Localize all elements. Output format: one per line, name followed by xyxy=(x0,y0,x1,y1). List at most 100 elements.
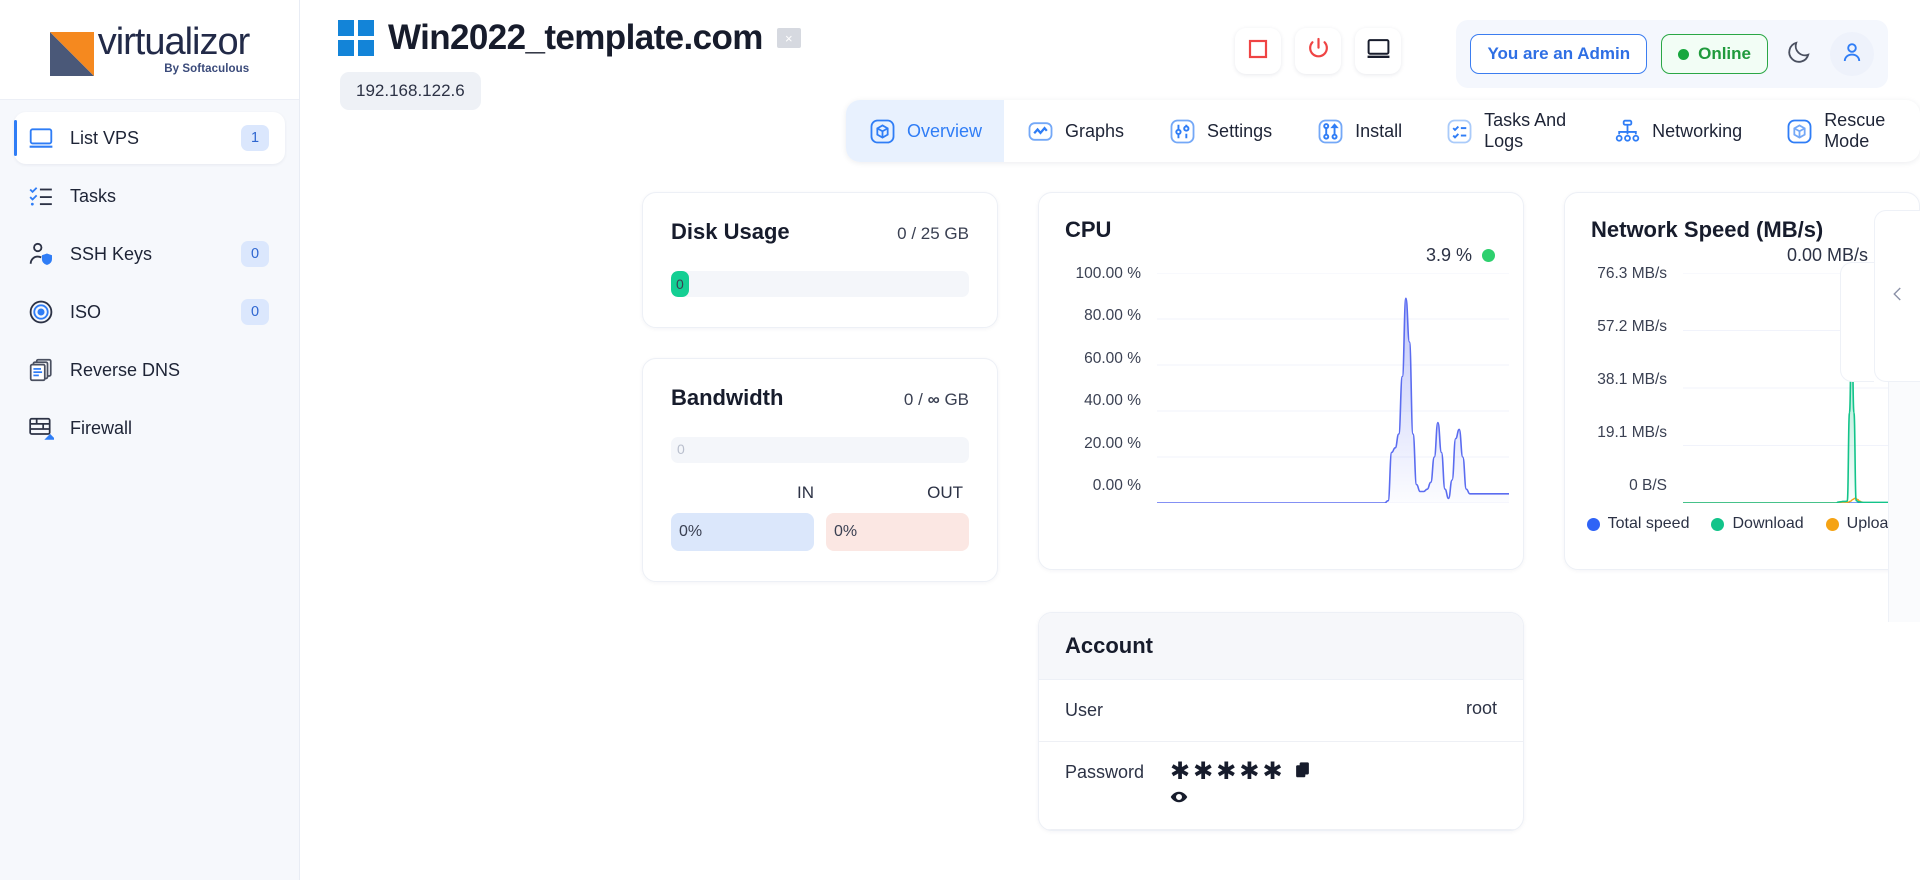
windows-logo-icon xyxy=(338,20,374,56)
legend-item-download: Download xyxy=(1711,515,1803,533)
sidebar-item-label: Tasks xyxy=(70,186,269,207)
network-legend: Total speed Download Upload xyxy=(1565,515,1919,533)
brand-logo[interactable]: virtualizor By Softaculous xyxy=(0,0,299,100)
tasklist-icon xyxy=(1446,117,1473,145)
sidebar-item-badge: 0 xyxy=(241,241,269,267)
card-title: Network Speed (MB/s) xyxy=(1565,193,1919,243)
brand-tagline: By Softaculous xyxy=(98,64,250,76)
sidebar-item-label: ISO xyxy=(70,302,241,323)
account-password-value: ✱✱✱✱✱ xyxy=(1170,760,1286,784)
page-title: Win2022_template.com xyxy=(388,18,763,58)
tab-bar: Overview Graphs Settings xyxy=(846,100,1920,162)
header-tools: You are an Admin Online xyxy=(1456,20,1888,88)
card-title: Disk Usage xyxy=(671,219,790,245)
sidebar-item-reverse-dns[interactable]: Reverse DNS xyxy=(14,344,285,396)
cpu-y-axis: 100.00 % 80.00 % 60.00 % 40.00 % 20.00 %… xyxy=(1039,265,1151,495)
vps-action-buttons xyxy=(1235,28,1401,74)
y-tick: 40.00 % xyxy=(1084,392,1141,410)
y-tick: 0 B/S xyxy=(1629,477,1667,495)
account-password-label: Password xyxy=(1065,760,1144,783)
sidebar-item-list-vps[interactable]: List VPS 1 xyxy=(14,112,285,164)
power-button[interactable] xyxy=(1295,28,1341,74)
bandwidth-sep: / xyxy=(918,390,923,409)
cpu-plot xyxy=(1157,273,1509,503)
tab-label: Tasks And Logs xyxy=(1484,110,1569,152)
y-tick: 100.00 % xyxy=(1076,265,1142,283)
tab-rescue-mode[interactable]: Rescue Mode xyxy=(1764,100,1920,162)
tab-tasks-and-logs[interactable]: Tasks And Logs xyxy=(1424,100,1591,162)
tab-graphs[interactable]: Graphs xyxy=(1004,100,1146,162)
copy-icon[interactable] xyxy=(1294,761,1311,783)
close-icon[interactable]: × xyxy=(777,28,801,48)
sidebar-nav: List VPS 1 Tasks SSH Keys 0 xyxy=(0,100,299,454)
wave-icon xyxy=(1026,117,1054,145)
drawer-toggle-button[interactable] xyxy=(1874,210,1920,382)
cpu-chart-card: CPU 3.9 % 100.00 % 80.00 % 60.00 % 40.00… xyxy=(1038,192,1524,570)
sidebar-item-badge: 0 xyxy=(241,299,269,325)
disk-usage-value: 0 / 25 GB xyxy=(897,224,969,244)
status-badge[interactable]: Online xyxy=(1661,34,1768,74)
y-tick: 19.1 MB/s xyxy=(1597,424,1667,442)
admin-badge[interactable]: You are an Admin xyxy=(1470,34,1647,74)
power-icon xyxy=(1306,36,1331,66)
stop-square-icon xyxy=(1246,37,1270,66)
ip-address-badge[interactable]: 192.168.122.6 xyxy=(340,72,481,110)
status-dot-icon xyxy=(1678,49,1689,60)
theme-toggle-button[interactable] xyxy=(1782,37,1816,71)
account-user-row: User root xyxy=(1039,680,1523,742)
legend-label: Download xyxy=(1732,515,1803,533)
sidebar-item-label: List VPS xyxy=(70,128,241,149)
documents-icon xyxy=(28,357,54,383)
status-dot-icon xyxy=(1482,249,1495,262)
sidebar-item-iso[interactable]: ISO 0 xyxy=(14,286,285,338)
page-header: Win2022_template.com × 192.168.122.6 xyxy=(300,0,1920,100)
left-column: Disk Usage 0 / 25 GB 0 Bandwidth 0 / ∞ xyxy=(642,192,998,582)
branch-icon xyxy=(1316,117,1344,145)
cube-icon xyxy=(868,117,896,145)
sidebar: virtualizor By Softaculous List VPS 1 Ta… xyxy=(0,0,300,880)
tab-settings[interactable]: Settings xyxy=(1146,100,1294,162)
network-y-axis: 76.3 MB/s 57.2 MB/s 38.1 MB/s 19.1 MB/s … xyxy=(1565,265,1677,495)
account-user-value: root xyxy=(1466,698,1497,719)
tab-label: Graphs xyxy=(1065,121,1124,142)
cpu-current-value: 3.9 % xyxy=(1426,245,1472,266)
tab-overview[interactable]: Overview xyxy=(846,100,1004,162)
sidebar-item-firewall[interactable]: Firewall xyxy=(14,402,285,454)
y-tick: 38.1 MB/s xyxy=(1597,371,1667,389)
chevron-left-icon xyxy=(1889,285,1907,308)
disk-usage-card: Disk Usage 0 / 25 GB 0 xyxy=(642,192,998,328)
brand-name: virtualizor xyxy=(98,23,250,61)
y-tick: 20.00 % xyxy=(1084,435,1141,453)
card-title: Account xyxy=(1039,613,1523,680)
bandwidth-limit: ∞ xyxy=(928,390,940,409)
account-password-row: Password ✱✱✱✱✱ xyxy=(1039,742,1523,830)
main-content: Win2022_template.com × 192.168.122.6 xyxy=(300,0,1920,880)
vnc-button[interactable] xyxy=(1355,28,1401,74)
legend-dot-icon xyxy=(1587,518,1600,531)
avatar[interactable] xyxy=(1830,32,1874,76)
y-tick: 76.3 MB/s xyxy=(1597,265,1667,283)
tab-label: Overview xyxy=(907,121,982,142)
eye-icon[interactable] xyxy=(1170,788,1188,811)
sidebar-item-tasks[interactable]: Tasks xyxy=(14,170,285,222)
card-title: CPU xyxy=(1039,193,1523,243)
legend-dot-icon xyxy=(1711,518,1724,531)
tab-install[interactable]: Install xyxy=(1294,100,1424,162)
stop-button[interactable] xyxy=(1235,28,1281,74)
account-card: Account User root Password ✱✱✱✱✱ xyxy=(1038,612,1524,831)
monitor-icon xyxy=(28,125,54,151)
sidebar-item-ssh-keys[interactable]: SSH Keys 0 xyxy=(14,228,285,280)
checklist-icon xyxy=(28,183,54,209)
sidebar-item-label: Reverse DNS xyxy=(70,360,269,381)
y-tick: 57.2 MB/s xyxy=(1597,318,1667,336)
tab-label: Install xyxy=(1355,121,1402,142)
disc-icon xyxy=(28,299,54,325)
network-icon xyxy=(1613,117,1641,145)
y-tick: 60.00 % xyxy=(1084,350,1141,368)
bandwidth-out-label: OUT xyxy=(820,483,969,503)
bandwidth-in-bar: 0% xyxy=(671,513,814,551)
sliders-icon xyxy=(1168,117,1196,145)
bandwidth-card: Bandwidth 0 / ∞ GB 0 IN OUT xyxy=(642,358,998,582)
tab-networking[interactable]: Networking xyxy=(1591,100,1764,162)
disk-usage-bar: 0 xyxy=(671,271,969,297)
